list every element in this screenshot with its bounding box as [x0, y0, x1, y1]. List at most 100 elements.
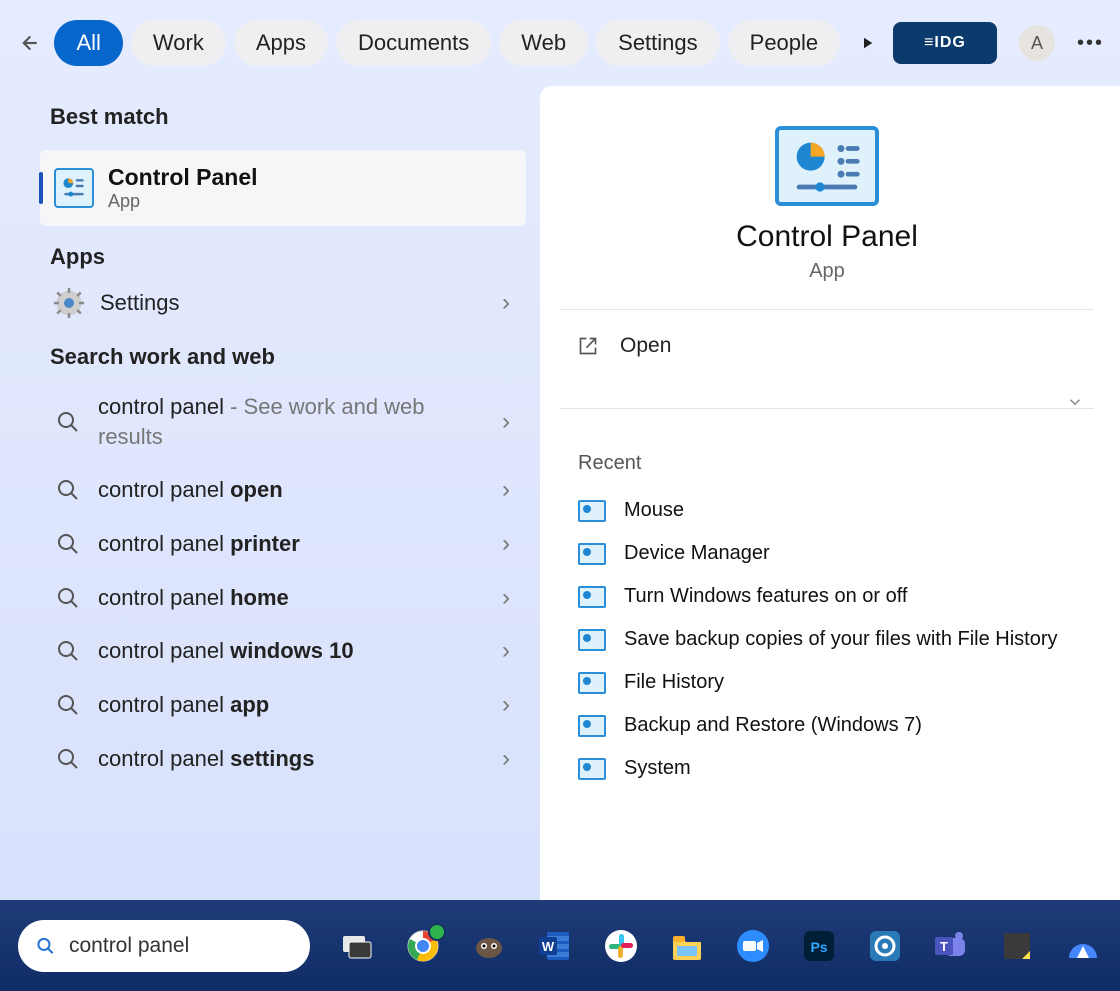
chevron-right-icon: › [502, 637, 510, 665]
taskbar-word-icon[interactable]: W [536, 927, 574, 965]
results-column: Best match Control Panel App Apps Settin… [0, 86, 540, 900]
recent-item-device-manager[interactable]: Device Manager [560, 532, 1094, 575]
taskbar-chrome-icon[interactable] [404, 927, 442, 965]
web-result-4[interactable]: control panel windows 10 › [0, 624, 540, 678]
best-match-result[interactable]: Control Panel App [40, 150, 526, 226]
apps-result-settings[interactable]: Settings › [0, 280, 540, 326]
svg-text:T: T [940, 939, 948, 954]
back-arrow-icon[interactable] [10, 22, 44, 64]
detail-title: Control Panel [560, 220, 1094, 254]
svg-text:Ps: Ps [810, 939, 827, 955]
taskbar-teams-icon[interactable]: T [932, 927, 970, 965]
taskbar-task-view-icon[interactable] [338, 927, 376, 965]
search-icon [56, 478, 80, 502]
search-header: All Work Apps Documents Web Settings Peo… [0, 0, 1120, 86]
recent-label: File History [624, 671, 724, 694]
recent-label: Mouse [624, 499, 684, 522]
web-result-text: control panel open [98, 475, 283, 505]
web-result-text: control panel app [98, 690, 269, 720]
tab-people[interactable]: People [728, 20, 841, 66]
detail-panel: Control Panel App Open Recent Mouse Devi… [540, 86, 1120, 900]
detail-subtitle: App [560, 260, 1094, 283]
tab-all[interactable]: All [54, 20, 122, 66]
control-panel-mini-icon [578, 500, 606, 522]
control-panel-mini-icon [578, 715, 606, 737]
apps-header: Apps [0, 226, 540, 280]
tab-web[interactable]: Web [499, 20, 588, 66]
search-icon [56, 410, 80, 434]
recent-item-mouse[interactable]: Mouse [560, 489, 1094, 532]
gear-icon [54, 288, 84, 318]
recent-label: System [624, 757, 691, 780]
chevron-right-icon: › [502, 584, 510, 612]
control-panel-mini-icon [578, 672, 606, 694]
expand-chevron-icon[interactable] [560, 393, 1094, 422]
search-icon [56, 586, 80, 610]
web-result-2[interactable]: control panel printer › [0, 517, 540, 571]
recent-header: Recent [578, 452, 1094, 475]
web-result-text: control panel - See work and web results [98, 392, 438, 451]
best-match-title: Control Panel [108, 164, 258, 191]
more-options-icon[interactable]: ••• [1077, 32, 1104, 55]
tabs-scroll-next-icon[interactable] [850, 23, 883, 63]
control-panel-mini-icon [578, 629, 606, 651]
header-right: ≡IDG A ••• [893, 22, 1104, 64]
recent-label: Device Manager [624, 542, 770, 565]
web-result-5[interactable]: control panel app › [0, 678, 540, 732]
taskbar-search[interactable] [18, 920, 310, 972]
chevron-right-icon: › [502, 408, 510, 436]
taskbar-apps: W Ps T [338, 927, 1102, 965]
tab-documents[interactable]: Documents [336, 20, 491, 66]
taskbar-zoom-icon[interactable] [734, 927, 772, 965]
tab-apps[interactable]: Apps [234, 20, 328, 66]
chevron-right-icon: › [502, 289, 510, 317]
filter-tabs: All Work Apps Documents Web Settings Peo… [54, 20, 840, 66]
search-icon [56, 693, 80, 717]
control-panel-mini-icon [578, 586, 606, 608]
taskbar: W Ps T [0, 900, 1120, 991]
recent-item-file-history[interactable]: File History [560, 661, 1094, 704]
web-result-text: control panel settings [98, 744, 314, 774]
chevron-right-icon: › [502, 530, 510, 558]
recent-item-backup-restore[interactable]: Backup and Restore (Windows 7) [560, 704, 1094, 747]
best-match-subtitle: App [108, 191, 258, 212]
control-panel-icon-large [775, 126, 879, 206]
web-result-1[interactable]: control panel open › [0, 463, 540, 517]
recent-label: Save backup copies of your files with Fi… [624, 628, 1058, 651]
open-external-icon [578, 336, 598, 356]
taskbar-gimp-icon[interactable] [470, 927, 508, 965]
web-result-0[interactable]: control panel - See work and web results… [0, 380, 540, 463]
open-action[interactable]: Open [560, 310, 1094, 382]
taskbar-slack-icon[interactable] [602, 927, 640, 965]
best-match-header: Best match [0, 86, 540, 140]
main-content: Best match Control Panel App Apps Settin… [0, 86, 1120, 900]
search-icon [56, 747, 80, 771]
chevron-right-icon: › [502, 745, 510, 773]
apps-result-label: Settings [100, 290, 180, 316]
chevron-right-icon: › [502, 476, 510, 504]
control-panel-mini-icon [578, 543, 606, 565]
web-result-text: control panel home [98, 583, 289, 613]
search-icon [56, 639, 80, 663]
taskbar-nordvpn-icon[interactable] [1064, 927, 1102, 965]
web-result-6[interactable]: control panel settings › [0, 732, 540, 786]
control-panel-mini-icon [578, 758, 606, 780]
web-result-text: control panel windows 10 [98, 636, 354, 666]
open-label: Open [620, 334, 671, 358]
search-web-header: Search work and web [0, 326, 540, 380]
recent-item-file-history-backup[interactable]: Save backup copies of your files with Fi… [560, 618, 1094, 661]
recent-item-windows-features[interactable]: Turn Windows features on or off [560, 575, 1094, 618]
tab-settings[interactable]: Settings [596, 20, 720, 66]
taskbar-photoshop-icon[interactable]: Ps [800, 927, 838, 965]
svg-text:W: W [542, 939, 555, 954]
taskbar-file-explorer-icon[interactable] [668, 927, 706, 965]
taskbar-snagit-icon[interactable] [866, 927, 904, 965]
recent-item-system[interactable]: System [560, 747, 1094, 790]
taskbar-sticky-notes-icon[interactable] [998, 927, 1036, 965]
taskbar-search-input[interactable] [67, 933, 292, 959]
recent-label: Backup and Restore (Windows 7) [624, 714, 922, 737]
org-badge[interactable]: ≡IDG [893, 22, 997, 64]
tab-work[interactable]: Work [131, 20, 226, 66]
user-avatar[interactable]: A [1019, 25, 1055, 61]
web-result-3[interactable]: control panel home › [0, 571, 540, 625]
